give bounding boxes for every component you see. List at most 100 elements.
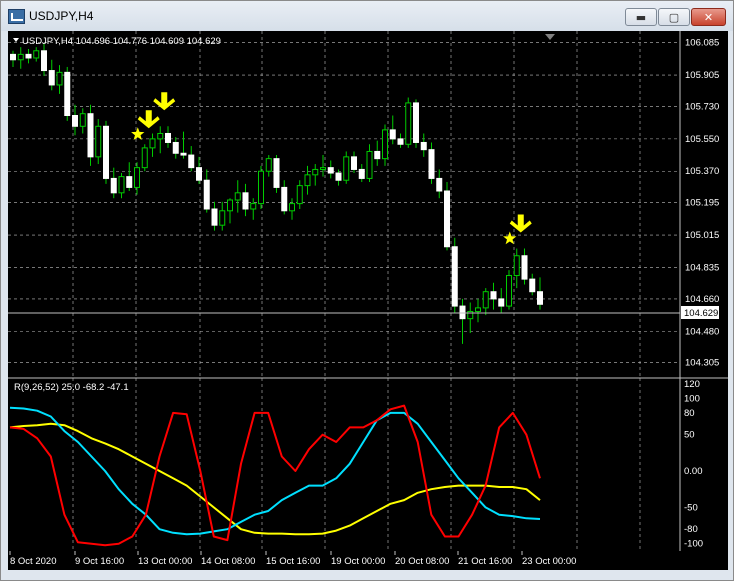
candle-body: [351, 156, 357, 170]
indicator-level-label: -80: [684, 524, 698, 535]
candle-body: [304, 174, 311, 187]
price-level-label: 105.015: [685, 230, 719, 241]
candle-body: [498, 298, 505, 307]
price-level-label: 105.730: [685, 102, 719, 113]
candle-body: [258, 170, 264, 205]
indicator-level-label: 100: [684, 393, 700, 404]
indicator-level-label: -100: [684, 539, 703, 550]
time-label: 21 Oct 16:00: [458, 556, 512, 567]
candle-body: [296, 185, 303, 205]
candle-body: [529, 278, 536, 293]
time-label: 9 Oct 16:00: [75, 556, 124, 567]
candle-body: [405, 102, 412, 145]
price-level-label: 105.905: [685, 70, 719, 81]
candle-body: [436, 177, 443, 192]
candle-body: [87, 113, 94, 158]
time-label: 15 Oct 16:00: [266, 556, 320, 567]
candle-body: [475, 307, 481, 312]
candle-body: [227, 199, 233, 212]
indicator-level-label: 120: [684, 379, 700, 390]
candle-body: [234, 192, 241, 201]
indicator-level-label: 0.00: [684, 466, 703, 477]
candle-body: [188, 154, 195, 169]
candle-body: [506, 275, 512, 307]
candle-body: [273, 158, 280, 188]
candle-body: [281, 186, 288, 212]
candle-body: [180, 152, 187, 156]
candle-body: [451, 246, 458, 307]
chart-canvas[interactable]: 106.085 105.905 105.730 105.550 105.370 105.1…: [0, 0, 734, 581]
candle-body: [490, 291, 497, 300]
candle-body: [141, 147, 148, 169]
candle-body: [459, 305, 466, 320]
candle-body: [219, 210, 226, 226]
time-label: 8 Oct 2020: [10, 556, 56, 567]
candle-body: [343, 156, 350, 181]
candle-body: [134, 167, 140, 188]
time-label: 23 Oct 00:00: [522, 556, 576, 567]
candle-body: [118, 176, 125, 194]
candle-body: [389, 129, 396, 140]
indicator-info-label: R(9,26,52) 25.0 -68.2 -47.1: [14, 382, 129, 393]
candle-body: [312, 168, 319, 176]
candle-body: [196, 167, 202, 181]
candle-body: [265, 158, 272, 172]
candle-body: [79, 113, 86, 127]
candle-body: [327, 167, 334, 174]
price-level-label: 106.085: [685, 38, 719, 49]
candle-body: [428, 149, 435, 179]
candle-body: [382, 129, 388, 160]
time-label: 13 Oct 00:00: [138, 556, 192, 567]
indicator-level-label: -50: [684, 502, 698, 513]
indicator-level-label: 80: [684, 408, 695, 419]
candle-body: [41, 50, 47, 72]
candle-body: [64, 71, 71, 117]
time-label: 14 Oct 08:00: [201, 556, 255, 567]
current-price-value: 104.629: [684, 308, 718, 319]
price-level-label: 104.480: [685, 326, 719, 337]
candle-body: [72, 115, 78, 127]
candle-body: [521, 255, 528, 280]
candle-body: [374, 150, 381, 160]
price-level-label: 105.195: [685, 198, 719, 209]
time-label: 19 Oct 00:00: [331, 556, 385, 567]
candle-body: [513, 255, 520, 277]
candle-body: [537, 291, 543, 305]
candle-body: [397, 138, 404, 145]
indicator-level-label: 50: [684, 430, 695, 441]
candle-body: [335, 172, 342, 181]
symbol-info-label: USDJPY,H4 104.696 104.776 104.609 104.62…: [22, 36, 221, 47]
candle-body: [444, 190, 450, 248]
candle-body: [149, 138, 156, 149]
candle-body: [95, 125, 102, 158]
price-level-label: 104.305: [685, 358, 719, 369]
price-level-label: 104.660: [685, 294, 719, 305]
candle-body: [172, 141, 179, 154]
candle-body: [242, 192, 249, 210]
candle-body: [211, 208, 218, 226]
price-level-label: 105.550: [685, 134, 719, 145]
price-level-label: 104.835: [685, 262, 719, 273]
indicator-panel[interactable]: [8, 378, 680, 551]
candle-body: [165, 132, 171, 143]
candle-body: [110, 177, 117, 194]
candle-body: [56, 71, 63, 86]
candle-body: [10, 53, 16, 61]
candle-body: [25, 53, 32, 59]
candle-body: [320, 167, 326, 170]
candle-body: [250, 203, 257, 210]
candle-body: [358, 168, 365, 179]
price-level-label: 105.370: [685, 166, 719, 177]
candle-body: [482, 291, 489, 309]
candle-body: [413, 102, 419, 143]
candle-body: [420, 141, 427, 151]
candle-body: [203, 179, 210, 210]
candle-body: [366, 150, 373, 179]
candle-body: [48, 70, 55, 86]
candle-body: [126, 176, 133, 188]
candle-body: [157, 132, 164, 140]
time-label: 20 Oct 08:00: [395, 556, 449, 567]
candle-body: [103, 125, 109, 179]
price-chart-panel[interactable]: [8, 31, 680, 378]
candle-body: [289, 203, 295, 212]
